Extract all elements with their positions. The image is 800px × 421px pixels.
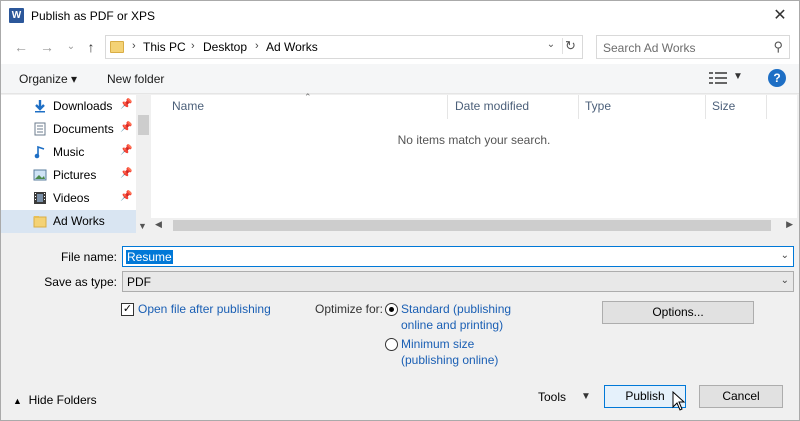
column-header-name[interactable]: Name	[172, 99, 204, 119]
command-toolbar: Organize ▾ New folder ▼ ?	[1, 64, 799, 94]
breadcrumb-ad-works[interactable]: Ad Works	[266, 40, 318, 54]
file-list: ⌃ Name Date modified Type Size No items …	[151, 92, 797, 233]
tools-dropdown-icon[interactable]: ▼	[581, 391, 591, 402]
column-divider[interactable]	[447, 95, 448, 119]
navigation-pane-scrollbar[interactable]: ▼	[136, 95, 151, 233]
folder-icon	[110, 41, 124, 53]
minimum-label-line-1: Minimum size	[401, 337, 475, 351]
optimize-for-label: Optimize for:	[315, 302, 384, 316]
standard-label-line-2: online and printing)	[401, 318, 504, 332]
breadcrumb-separator-icon: ›	[132, 40, 136, 52]
optimize-minimum-size-radio[interactable]	[385, 338, 398, 351]
sort-ascending-icon: ⌃	[304, 92, 312, 102]
new-folder-button[interactable]: New folder	[107, 72, 164, 86]
file-name-dropdown-icon[interactable]: ⌄	[781, 250, 789, 261]
hide-folders-button[interactable]: ▲ Hide Folders	[13, 393, 97, 407]
optimize-minimum-size-label[interactable]: Minimum size (publishing online)	[401, 336, 498, 368]
pin-icon[interactable]: 📌	[120, 99, 132, 110]
pin-icon[interactable]: 📌	[120, 168, 132, 179]
pin-icon[interactable]: 📌	[120, 145, 132, 156]
breadcrumb-separator-icon: ›	[191, 40, 195, 52]
view-dropdown-icon[interactable]: ▼	[733, 71, 743, 82]
file-name-input[interactable]: Resume ⌄	[122, 246, 794, 267]
column-header-type[interactable]: Type	[585, 99, 611, 119]
empty-list-message: No items match your search.	[397, 133, 551, 147]
sidebar-item-documents[interactable]: Documents 📌	[1, 118, 136, 141]
scrollbar-thumb[interactable]	[173, 220, 771, 231]
search-box[interactable]: Search Ad Works ⚲	[596, 35, 790, 59]
forward-arrow-icon[interactable]: →	[39, 38, 55, 56]
chevron-up-icon: ▲	[13, 396, 22, 406]
column-divider[interactable]	[705, 95, 706, 119]
save-as-type-select[interactable]: PDF ⌄	[122, 271, 794, 292]
column-divider[interactable]	[578, 95, 579, 119]
music-icon	[34, 145, 45, 159]
pictures-icon	[33, 169, 47, 181]
minimum-label-line-2: (publishing online)	[401, 353, 499, 367]
word-app-icon: W	[9, 8, 24, 23]
scroll-right-icon[interactable]: ▶	[786, 219, 793, 230]
help-icon[interactable]: ?	[768, 69, 786, 87]
up-arrow-icon[interactable]: ↑	[83, 38, 99, 56]
documents-icon	[34, 122, 46, 136]
sidebar-item-downloads[interactable]: Downloads 📌	[1, 95, 136, 118]
horizontal-scrollbar[interactable]: ◀ ▶	[151, 218, 797, 233]
sidebar-item-label: Documents	[53, 122, 114, 136]
column-header-size[interactable]: Size	[712, 99, 735, 119]
sidebar-item-music[interactable]: Music 📌	[1, 141, 136, 164]
scroll-left-icon[interactable]: ◀	[155, 219, 162, 230]
navigation-row: ← → ⌄ ↑ › This PC › Desktop › Ad Works ⌄…	[1, 31, 799, 64]
folder-icon	[33, 216, 47, 228]
mouse-pointer-icon	[672, 391, 686, 411]
breadcrumb-this-pc[interactable]: This PC	[143, 40, 186, 54]
optimize-standard-radio[interactable]	[385, 303, 398, 316]
sidebar-item-videos[interactable]: Videos 📌	[1, 187, 136, 210]
sidebar-item-label: Music	[53, 145, 85, 159]
file-name-value: Resume	[126, 250, 173, 264]
hide-folders-label: Hide Folders	[28, 393, 97, 407]
sidebar-item-pictures[interactable]: Pictures 📌	[1, 164, 136, 187]
pin-icon[interactable]: 📌	[120, 122, 132, 133]
pin-icon[interactable]: 📌	[120, 191, 132, 202]
back-arrow-icon[interactable]: ←	[13, 38, 29, 56]
recent-locations-chevron-icon[interactable]: ⌄	[63, 38, 79, 56]
sidebar-item-label: Videos	[53, 191, 90, 205]
title-bar: W Publish as PDF or XPS ✕	[1, 1, 799, 31]
tools-button[interactable]: Tools	[538, 390, 566, 404]
breadcrumb-separator-icon: ›	[255, 40, 259, 52]
view-options-icon[interactable]	[709, 71, 727, 85]
sidebar-item-label: Ad Works	[53, 214, 105, 228]
breadcrumb-desktop[interactable]: Desktop	[203, 40, 247, 54]
save-as-type-dropdown-icon[interactable]: ⌄	[781, 275, 789, 286]
search-placeholder: Search Ad Works	[603, 41, 696, 55]
cancel-button[interactable]: Cancel	[699, 385, 783, 408]
publish-dialog: W Publish as PDF or XPS ✕ ← → ⌄ ↑ › This…	[0, 0, 800, 421]
address-dropdown-icon[interactable]: ⌄	[544, 39, 558, 50]
open-after-publishing-checkbox[interactable]: ✓	[121, 303, 134, 316]
sidebar-item-label: Pictures	[53, 168, 97, 182]
download-icon	[35, 100, 45, 113]
file-name-label: File name:	[60, 250, 117, 264]
standard-label-line-1: Standard (publishing	[401, 302, 512, 316]
refresh-icon[interactable]: ↻	[562, 38, 578, 54]
save-as-type-value: PDF	[127, 275, 151, 289]
videos-icon	[34, 192, 46, 204]
save-as-type-label: Save as type:	[44, 275, 117, 289]
navigation-pane: Downloads 📌 Documents 📌 Music 📌 Pictures…	[1, 95, 151, 233]
column-divider[interactable]	[766, 95, 767, 119]
search-icon[interactable]: ⚲	[773, 39, 783, 55]
address-bar[interactable]: › This PC › Desktop › Ad Works ⌄ ↻	[105, 35, 583, 59]
options-button[interactable]: Options...	[602, 301, 754, 324]
window-title: Publish as PDF or XPS	[31, 9, 156, 23]
sidebar-item-label: Downloads	[53, 99, 113, 113]
scrollbar-thumb[interactable]	[138, 115, 149, 135]
scroll-down-icon[interactable]: ▼	[138, 221, 147, 231]
optimize-standard-label[interactable]: Standard (publishing online and printing)	[401, 301, 511, 333]
sidebar-item-ad-works[interactable]: Ad Works	[1, 210, 136, 233]
close-button[interactable]: ✕	[765, 3, 795, 29]
open-after-publishing-label[interactable]: Open file after publishing	[138, 302, 271, 316]
column-header-date-modified[interactable]: Date modified	[455, 99, 529, 119]
organize-menu-button[interactable]: Organize ▾	[19, 72, 77, 86]
